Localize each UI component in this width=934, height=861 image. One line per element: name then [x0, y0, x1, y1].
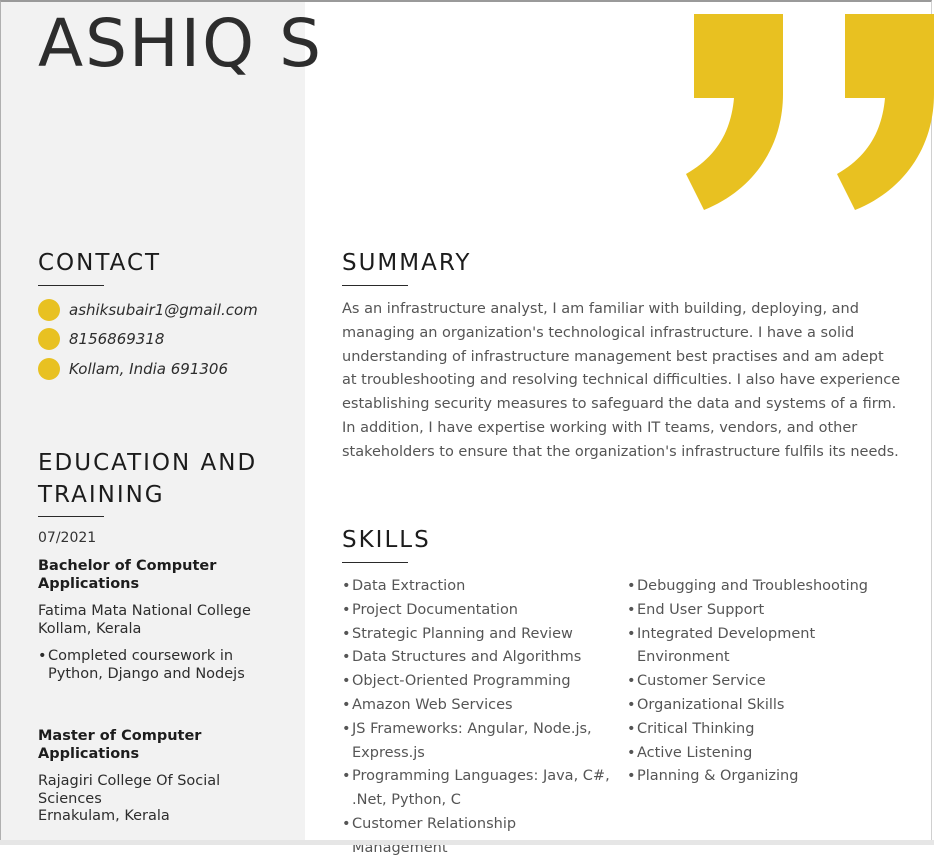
contact-location: Kollam, India 691306: [38, 357, 228, 381]
skill-item: Debugging and Troubleshooting: [627, 575, 892, 599]
contact-heading-rule: [38, 285, 104, 286]
skill-item: End User Support: [627, 599, 892, 623]
education-school-2-line1: Rajagiri College Of Social: [38, 773, 221, 789]
skill-item: Active Listening: [627, 742, 892, 766]
quote-mark-left: [686, 14, 783, 210]
education-school-1-line2: Kollam, Kerala: [38, 621, 142, 637]
skills-heading-rule: [342, 562, 408, 563]
quote-mark-right: [837, 14, 934, 210]
skill-item: Integrated Development Environment: [627, 623, 892, 671]
contact-location-text: Kollam, India 691306: [69, 360, 228, 378]
skill-item: Planning & Organizing: [627, 765, 892, 789]
education-heading-line1: EDUCATION AND: [38, 450, 258, 476]
location-dot-icon: [38, 358, 60, 380]
summary-heading-rule: [342, 285, 408, 286]
education-school-2-line2: Sciences: [38, 791, 102, 807]
education-heading-rule: [38, 516, 104, 517]
quote-mark-icon: [686, 14, 934, 210]
education-bullet-1: Completed coursework in Python, Django a…: [38, 647, 278, 683]
contact-phone: 8156869318: [38, 327, 164, 351]
phone-dot-icon: [38, 328, 60, 350]
education-school-1-line1: Fatima Mata National College: [38, 603, 251, 619]
skill-item: Customer Relationship Management: [342, 813, 610, 861]
education-school-2-line3: Ernakulam, Kerala: [38, 808, 170, 824]
skill-item: Data Structures and Algorithms: [342, 646, 610, 670]
skills-heading: SKILLS: [342, 527, 431, 553]
sidebar-panel: [1, 2, 305, 845]
bottom-scroll-edge: [0, 840, 934, 845]
contact-heading: CONTACT: [38, 250, 162, 276]
skill-item: JS Frameworks: Angular, Node.js, Express…: [342, 718, 610, 766]
summary-text: As an infrastructure analyst, I am famil…: [342, 301, 901, 460]
skill-item: Data Extraction: [342, 575, 610, 599]
education-degree-2: Master of Computer Applications: [38, 728, 202, 762]
skill-item: Object-Oriented Programming: [342, 670, 610, 694]
skills-column-1: Data Extraction Project Documentation St…: [342, 575, 610, 861]
summary-heading: SUMMARY: [342, 250, 472, 276]
email-dot-icon: [38, 299, 60, 321]
skill-item: Amazon Web Services: [342, 694, 610, 718]
contact-email: ashiksubair1@gmail.com: [38, 298, 258, 322]
skill-item: Programming Languages: Java, C#, .Net, P…: [342, 765, 610, 813]
resume-name: ASHIQ S: [38, 5, 323, 82]
skill-item: Project Documentation: [342, 599, 610, 623]
contact-email-text: ashiksubair1@gmail.com: [69, 301, 258, 319]
education-heading-line2: TRAINING: [38, 482, 165, 508]
skills-column-2: Debugging and Troubleshooting End User S…: [627, 575, 892, 789]
contact-phone-text: 8156869318: [69, 330, 165, 348]
skill-item: Critical Thinking: [627, 718, 892, 742]
skill-item: Strategic Planning and Review: [342, 623, 610, 647]
skill-item: Customer Service: [627, 670, 892, 694]
education-date: 07/2021: [38, 530, 97, 546]
skill-item: Organizational Skills: [627, 694, 892, 718]
education-degree-1: Bachelor of Computer Applications: [38, 558, 217, 592]
